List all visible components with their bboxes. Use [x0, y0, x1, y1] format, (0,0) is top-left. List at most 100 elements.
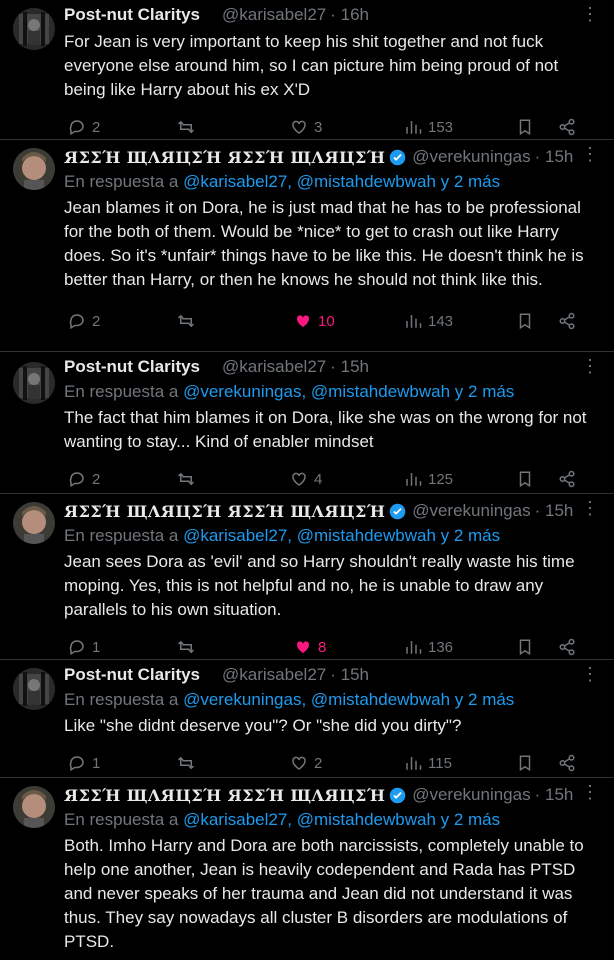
- action-bar: 2 10 143: [64, 302, 598, 340]
- share-button[interactable]: [558, 754, 576, 772]
- reply-to-link[interactable]: @verekuningas, @mistahdewbwah y 2 más: [183, 690, 514, 709]
- like-count: 8: [318, 638, 327, 656]
- bookmark-button[interactable]: [516, 470, 534, 488]
- tweet[interactable]: ЯΣΣΉ ЩΛЯЦΣΉ ЯΣΣΉ ЩΛЯЦΣΉ @verekuningas · …: [0, 140, 614, 352]
- like-count: 2: [314, 754, 323, 772]
- retweet-icon: [177, 640, 195, 654]
- retweet-icon: [177, 120, 195, 134]
- avatar[interactable]: [13, 786, 55, 828]
- share-button[interactable]: [558, 312, 576, 330]
- timestamp[interactable]: · 15h: [535, 147, 574, 167]
- reply-icon: [69, 640, 84, 656]
- handle[interactable]: @karisabel27: [222, 5, 326, 25]
- like-button[interactable]: 4: [290, 470, 322, 488]
- view-count: 125: [428, 470, 454, 488]
- tweet[interactable]: Post-nut Claritys @karisabel27 · 15h ⋮ E…: [0, 660, 614, 778]
- reply-button[interactable]: 2: [68, 118, 100, 136]
- bookmark-button[interactable]: [516, 118, 534, 136]
- share-button[interactable]: [558, 118, 576, 136]
- display-name[interactable]: Post-nut Claritys: [64, 665, 200, 685]
- reply-to-link[interactable]: @karisabel27, @mistahdewbwah y 2 más: [183, 526, 500, 545]
- reply-button[interactable]: 1: [68, 754, 100, 772]
- handle[interactable]: @verekuningas: [412, 147, 530, 167]
- views-button[interactable]: 125: [404, 470, 453, 488]
- display-name[interactable]: ЯΣΣΉ ЩΛЯЦΣΉ ЯΣΣΉ ЩΛЯЦΣΉ: [64, 502, 385, 521]
- retweet-button[interactable]: [176, 754, 196, 772]
- handle[interactable]: @karisabel27: [222, 665, 326, 685]
- verified-badge-icon: [389, 503, 406, 519]
- reply-button[interactable]: 2: [68, 470, 100, 488]
- reply-button[interactable]: 2: [68, 312, 100, 330]
- handle[interactable]: @karisabel27: [222, 357, 326, 377]
- timestamp[interactable]: · 15h: [535, 785, 574, 805]
- bookmark-button[interactable]: [516, 638, 534, 656]
- like-button[interactable]: 8: [294, 638, 326, 656]
- views-button[interactable]: 115: [404, 754, 452, 772]
- tweet[interactable]: Post-nut Claritys @karisabel27 · 15h ⋮ E…: [0, 352, 614, 494]
- share-icon: [559, 312, 575, 330]
- share-icon: [559, 754, 575, 772]
- reply-count: 1: [92, 638, 101, 656]
- more-options-icon[interactable]: ⋮: [581, 4, 599, 25]
- views-icon: [406, 757, 422, 770]
- bookmark-button[interactable]: [516, 754, 534, 772]
- tweet-text: Like "she didnt deserve you"? Or "she di…: [64, 716, 462, 735]
- reply-count: 2: [92, 470, 101, 488]
- avatar[interactable]: [13, 362, 55, 404]
- like-button[interactable]: 3: [290, 118, 322, 136]
- display-name[interactable]: Post-nut Claritys: [64, 5, 200, 25]
- reply-prefix: En respuesta a: [64, 690, 179, 709]
- avatar[interactable]: [13, 502, 55, 544]
- like-count: 3: [314, 118, 323, 136]
- handle[interactable]: @verekuningas: [412, 785, 530, 805]
- share-button[interactable]: [558, 638, 576, 656]
- more-options-icon[interactable]: ⋮: [581, 782, 599, 803]
- views-button[interactable]: 136: [404, 638, 453, 656]
- more-options-icon[interactable]: ⋮: [581, 144, 599, 165]
- views-icon: [406, 315, 422, 328]
- reply-to-link[interactable]: @karisabel27, @mistahdewbwah y 2 más: [183, 810, 500, 829]
- more-options-icon[interactable]: ⋮: [581, 356, 599, 377]
- handle[interactable]: @verekuningas: [412, 501, 530, 521]
- timestamp[interactable]: · 15h: [330, 357, 369, 377]
- avatar[interactable]: [13, 148, 55, 190]
- heart-filled-icon: [296, 641, 310, 653]
- more-options-icon[interactable]: ⋮: [581, 498, 599, 519]
- view-count: 136: [428, 638, 454, 656]
- avatar[interactable]: [13, 668, 55, 710]
- reply-button[interactable]: 1: [68, 638, 100, 656]
- retweet-button[interactable]: [176, 118, 196, 136]
- share-icon: [559, 470, 575, 488]
- retweet-button[interactable]: [176, 312, 196, 330]
- action-bar: 2 4 125: [64, 460, 598, 498]
- retweet-button[interactable]: [176, 470, 196, 488]
- views-button[interactable]: 153: [404, 118, 453, 136]
- timestamp[interactable]: · 15h: [535, 501, 574, 521]
- more-options-icon[interactable]: ⋮: [581, 664, 599, 685]
- reply-icon: [69, 120, 84, 136]
- like-button[interactable]: 10: [294, 312, 335, 330]
- timestamp[interactable]: · 16h: [330, 5, 369, 25]
- tweet[interactable]: Post-nut Claritys @karisabel27 · 16h ⋮ F…: [0, 0, 614, 140]
- views-button[interactable]: 143: [404, 312, 453, 330]
- display-name[interactable]: ЯΣΣΉ ЩΛЯЦΣΉ ЯΣΣΉ ЩΛЯЦΣΉ: [64, 786, 385, 805]
- tweet[interactable]: ЯΣΣΉ ЩΛЯЦΣΉ ЯΣΣΉ ЩΛЯЦΣΉ @verekuningas · …: [0, 778, 614, 960]
- retweet-button[interactable]: [176, 638, 196, 656]
- reply-to-link[interactable]: @karisabel27, @mistahdewbwah y 2 más: [183, 172, 500, 191]
- bookmark-button[interactable]: [516, 312, 534, 330]
- display-name[interactable]: Post-nut Claritys: [64, 357, 200, 377]
- display-name[interactable]: ЯΣΣΉ ЩΛЯЦΣΉ ЯΣΣΉ ЩΛЯЦΣΉ: [64, 148, 385, 167]
- reply-count: 2: [92, 312, 101, 330]
- timestamp[interactable]: · 15h: [330, 665, 369, 685]
- bookmark-icon: [519, 639, 531, 656]
- heart-icon: [292, 756, 306, 770]
- reply-context: En respuesta a @karisabel27, @mistahdewb…: [64, 808, 598, 832]
- tweet-text: The fact that him blames it on Dora, lik…: [64, 408, 587, 451]
- avatar[interactable]: [13, 8, 55, 50]
- view-count: 153: [428, 118, 454, 136]
- reply-to-link[interactable]: @verekuningas, @mistahdewbwah y 2 más: [183, 382, 514, 401]
- like-button[interactable]: 2: [290, 754, 322, 772]
- action-bar: 1 2 115: [64, 744, 598, 782]
- tweet[interactable]: ЯΣΣΉ ЩΛЯЦΣΉ ЯΣΣΉ ЩΛЯЦΣΉ @verekuningas · …: [0, 494, 614, 660]
- share-button[interactable]: [558, 470, 576, 488]
